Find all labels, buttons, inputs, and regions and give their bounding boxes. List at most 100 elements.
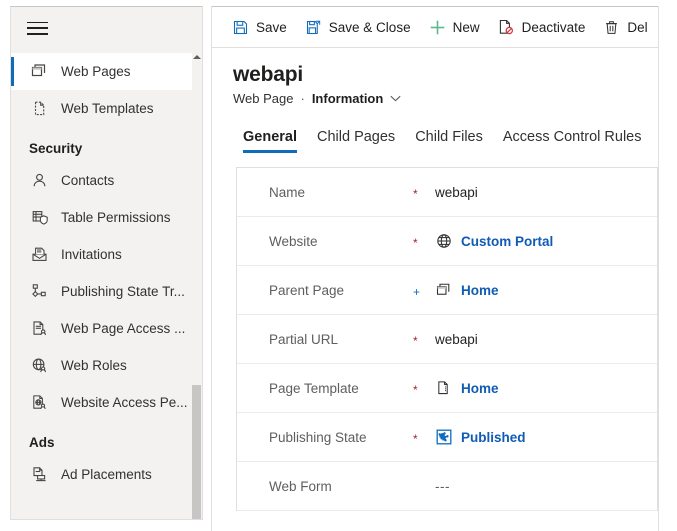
field-row-partial-url: Partial URL * webapi	[237, 315, 657, 364]
sitemap-header	[11, 7, 202, 49]
delete-button-label: Del	[627, 19, 648, 35]
sidebar-item-invitations[interactable]: Invitations	[11, 236, 202, 273]
optional-marker: +	[413, 284, 421, 299]
page-title: webapi	[233, 63, 303, 86]
plus-icon	[429, 19, 446, 36]
hamburger-icon[interactable]	[27, 21, 48, 35]
required-marker: *	[413, 333, 418, 348]
form-selector-label: Information	[311, 91, 384, 106]
sitemap-item-list: Web Pages Web Templates Security Contact…	[11, 49, 202, 493]
app-window: Web Pages Web Templates Security Contact…	[0, 0, 677, 531]
web-roles-globe-icon	[29, 356, 49, 376]
invitation-envelope-icon	[29, 245, 49, 265]
sidebar-item-label: Web Page Access ...	[61, 321, 186, 336]
field-row-web-form: Web Form ---	[237, 462, 657, 511]
field-value-web-form[interactable]: ---	[435, 479, 450, 494]
sidebar-item-label: Web Templates	[61, 101, 154, 116]
sidebar-group-security: Security	[29, 141, 83, 156]
save-and-close-button-label: Save & Close	[328, 19, 411, 35]
main-content-pane: Save Save & Close New Deactivate Del web…	[211, 6, 659, 531]
field-value-website[interactable]: Custom Portal	[435, 232, 553, 250]
save-and-close-icon	[305, 19, 322, 36]
field-value-page-template[interactable]: Home	[435, 379, 499, 397]
field-label: Parent Page	[269, 282, 345, 298]
tab-child-pages[interactable]: Child Pages	[307, 129, 405, 153]
field-row-name: Name * webapi	[237, 168, 657, 217]
field-row-website: Website * Custom Portal	[237, 217, 657, 266]
sidebar-scrollbar[interactable]	[192, 50, 201, 519]
required-marker: *	[413, 431, 418, 446]
sidebar-item-web-templates[interactable]: Web Templates	[11, 90, 202, 127]
ad-placements-icon	[29, 465, 49, 485]
sidebar-item-ad-placements[interactable]: Ad Placements	[11, 456, 202, 493]
field-value-text: webapi	[435, 331, 478, 347]
sidebar-item-web-pages[interactable]: Web Pages	[11, 53, 195, 90]
globe-icon	[435, 232, 453, 250]
field-label: Publishing State	[269, 429, 367, 445]
record-subheader: Web Page · Information	[233, 91, 658, 106]
field-value-name[interactable]: webapi	[435, 185, 478, 200]
sidebar-item-label: Web Pages	[61, 64, 131, 79]
field-value-text: Home	[461, 282, 499, 298]
publishing-state-transition-icon	[29, 282, 49, 302]
field-value-parent-page[interactable]: Home	[435, 281, 499, 299]
required-marker	[413, 485, 435, 488]
table-permissions-icon	[29, 208, 49, 228]
separator-dot: ·	[300, 91, 305, 106]
field-value-publishing-state[interactable]: Published	[435, 428, 526, 446]
sitemap-navigation-panel: Web Pages Web Templates Security Contact…	[10, 6, 203, 520]
save-icon	[232, 19, 249, 36]
website-access-icon	[29, 393, 49, 413]
sidebar-item-contacts[interactable]: Contacts	[11, 162, 202, 199]
required-marker: *	[413, 235, 418, 250]
record-header: webapi Web Page · Information	[212, 48, 658, 106]
form-tab-list: General Child Pages Child Files Access C…	[212, 123, 658, 153]
new-button[interactable]: New	[420, 7, 489, 47]
save-button-label: Save	[256, 19, 287, 35]
field-row-parent-page: Parent Page + Home	[237, 266, 657, 315]
sidebar-item-label: Web Roles	[61, 358, 127, 373]
field-value-text: Custom Portal	[461, 233, 554, 249]
sidebar-group-ads: Ads	[29, 435, 55, 450]
delete-button[interactable]: Del	[594, 7, 656, 47]
field-value-text: Published	[461, 429, 526, 445]
tab-child-files[interactable]: Child Files	[405, 129, 493, 153]
deactivate-button-label: Deactivate	[521, 19, 586, 35]
field-label: Web Form	[269, 478, 332, 494]
sidebar-item-label: Ad Placements	[61, 467, 152, 482]
sidebar-item-web-page-access-control-rules[interactable]: Web Page Access ...	[11, 310, 202, 347]
scroll-up-arrow-icon[interactable]	[192, 52, 201, 62]
tab-access-control-rules[interactable]: Access Control Rules	[493, 129, 652, 153]
entity-name-label: Web Page	[233, 91, 294, 106]
sidebar-item-label: Website Access Pe...	[61, 395, 188, 410]
tab-general[interactable]: General	[233, 129, 307, 153]
deactivate-button[interactable]: Deactivate	[489, 7, 595, 47]
web-template-icon	[29, 99, 49, 119]
general-tab-form: Name * webapi Website * Custom Portal Pa…	[236, 167, 658, 511]
page-template-icon	[435, 379, 453, 397]
sidebar-item-web-roles[interactable]: Web Roles	[11, 347, 202, 384]
web-page-access-icon	[29, 319, 49, 339]
delete-trash-icon	[603, 19, 620, 36]
sidebar-item-label: Contacts	[61, 173, 115, 188]
publishing-state-icon	[435, 428, 453, 446]
required-marker: *	[413, 186, 418, 201]
sidebar-item-table-permissions[interactable]: Table Permissions	[11, 199, 202, 236]
field-label: Website	[269, 233, 318, 249]
new-button-label: New	[452, 19, 480, 35]
save-and-close-button[interactable]: Save & Close	[296, 7, 420, 47]
chevron-down-icon	[390, 95, 401, 102]
field-value-partial-url[interactable]: webapi	[435, 332, 478, 347]
scrollbar-thumb[interactable]	[192, 385, 201, 519]
sidebar-item-label: Invitations	[61, 247, 122, 262]
sidebar-item-publishing-state-transitions[interactable]: Publishing State Tr...	[11, 273, 202, 310]
deactivate-icon	[498, 19, 515, 36]
field-row-page-template: Page Template * Home	[237, 364, 657, 413]
sidebar-item-label: Publishing State Tr...	[61, 284, 185, 299]
contact-person-icon	[29, 171, 49, 191]
sidebar-item-website-access-permissions[interactable]: Website Access Pe...	[11, 384, 202, 421]
field-label: Page Template	[269, 380, 359, 396]
form-selector[interactable]: Information	[312, 91, 402, 106]
command-bar: Save Save & Close New Deactivate Del	[212, 6, 658, 48]
save-button[interactable]: Save	[223, 7, 296, 47]
